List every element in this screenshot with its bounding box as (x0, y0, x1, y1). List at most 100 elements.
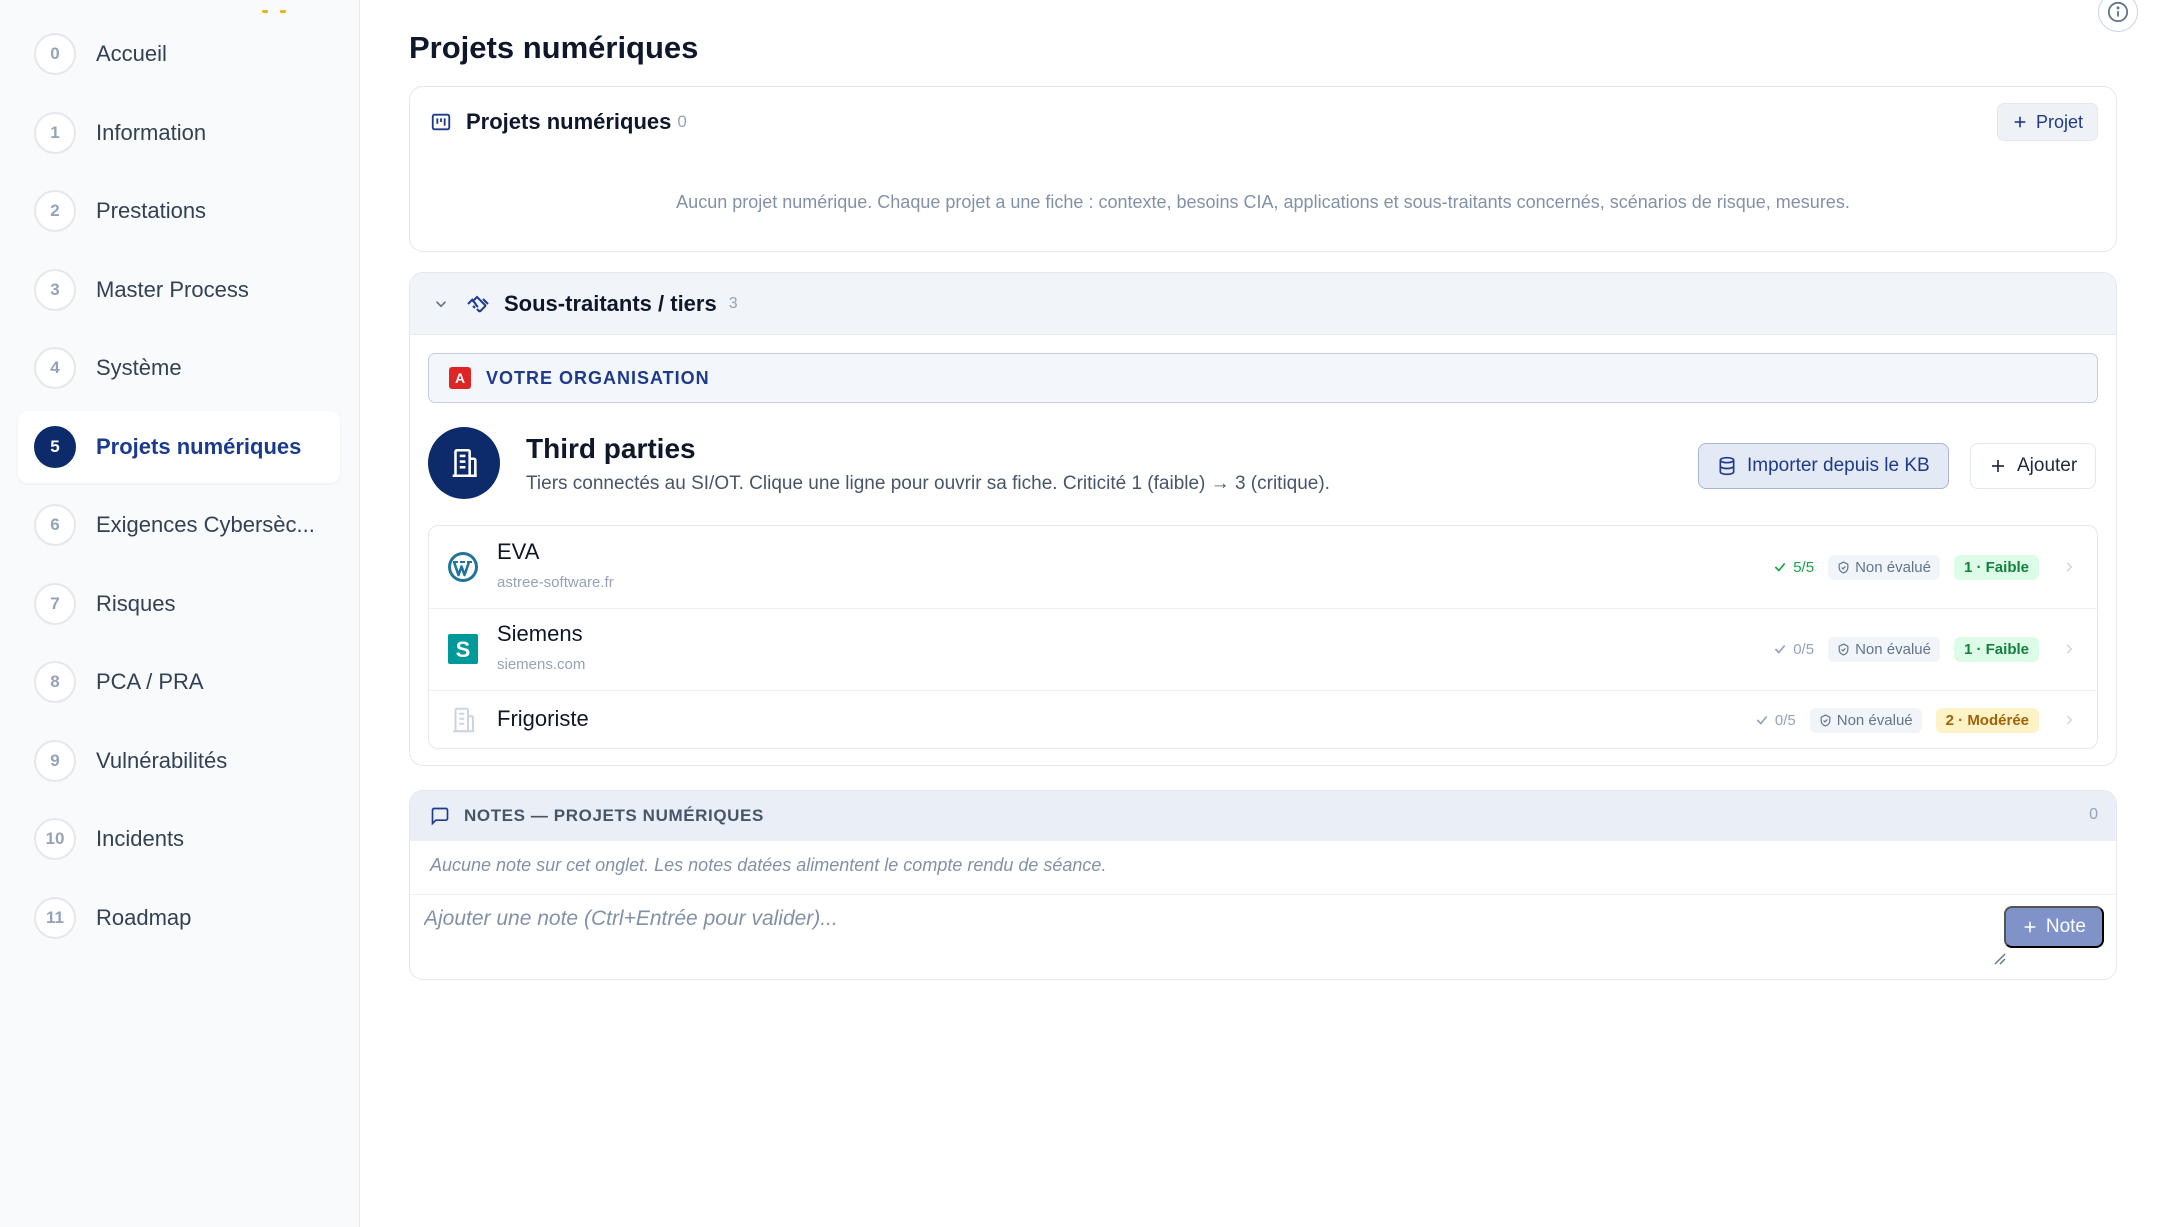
sidebar-item-pca-pra[interactable]: 8 PCA / PRA (18, 646, 340, 718)
third-party-meta: 0/5 Non évalué 1 · Faible (1773, 634, 2077, 664)
checklist-progress: 0/5 (1773, 641, 1814, 658)
sidebar-item-incidents[interactable]: 10 Incidents (18, 803, 340, 875)
list-item[interactable]: S Siemens siemens.com 0/5 Non évalué 1 ·… (429, 609, 2097, 690)
sidebar-item-vulnerabilites[interactable]: 9 Vulnérabilités (18, 725, 340, 797)
sidebar: 0 Accueil 1 Information 2 Prestations 3 … (0, 0, 360, 1227)
siemens-s-icon: S (447, 633, 479, 665)
third-parties-list: EVA astree-software.fr 5/5 Non évalué 1 … (428, 525, 2098, 749)
step-number: 11 (34, 897, 76, 939)
shield-check-icon (1838, 642, 1849, 656)
check-icon (1774, 644, 1786, 654)
add-note-button[interactable]: Note (2003, 906, 2104, 948)
sidebar-item-accueil[interactable]: 0 Accueil (18, 18, 340, 90)
import-kb-label: Importer depuis le KB (1747, 455, 1930, 476)
import-kb-button[interactable]: Importer depuis le KB (1698, 443, 1949, 489)
third-party-meta: 0/5 Non évalué 2 · Modérée (1755, 705, 2077, 735)
database-icon (1719, 456, 1735, 476)
sous-traitants-header[interactable]: Sous-traitants / tiers 3 (410, 273, 2116, 335)
add-note-label: Note (2045, 916, 2086, 937)
third-parties-subtitle: Tiers connectés au SI/OT. Clique une lig… (526, 473, 1330, 494)
organisation-bar: A VOTRE ORGANISATION (428, 353, 2098, 403)
add-projet-label: Projet (2035, 111, 2083, 132)
sidebar-item-systeme[interactable]: 4 Système (18, 332, 340, 404)
kanban-board-icon (431, 113, 451, 131)
sidebar-item-label: Projets numériques (96, 434, 302, 459)
sidebar-top-decoration (262, 0, 322, 13)
svg-text:S: S (456, 637, 471, 662)
plus-icon (2014, 116, 2026, 128)
page-title: Projets numériques (409, 30, 699, 65)
plus-icon (2024, 921, 2036, 933)
third-party-name: EVA (497, 539, 540, 564)
step-number: 8 (34, 661, 76, 703)
sidebar-item-label: PCA / PRA (96, 669, 204, 694)
main-content: Projets numériques Projets numériques 0 … (360, 0, 2160, 1227)
step-number: 3 (34, 269, 76, 311)
sidebar-item-prestations[interactable]: 2 Prestations (18, 175, 340, 247)
sous-traitants-count: 3 (728, 294, 738, 312)
evaluation-status-badge: Non évalué (1828, 636, 1940, 662)
add-projet-button[interactable]: Projet (1996, 103, 2098, 141)
notes-count: 0 (2089, 806, 2098, 823)
checklist-progress: 0/5 (1755, 712, 1796, 729)
projets-count: 0 (677, 112, 687, 131)
add-third-party-button[interactable]: Ajouter (1970, 443, 2097, 489)
sidebar-item-label: Incidents (96, 826, 185, 851)
shield-check-icon (1820, 713, 1831, 727)
add-third-party-label: Ajouter (2017, 455, 2078, 476)
sidebar-item-roadmap[interactable]: 11 Roadmap (18, 882, 340, 954)
third-party-domain: astree-software.fr (497, 574, 614, 591)
list-item[interactable]: EVA astree-software.fr 5/5 Non évalué 1 … (429, 526, 2097, 608)
sidebar-item-label: Accueil (96, 41, 167, 66)
list-item[interactable]: Frigoriste 0/5 Non évalué 2 · Modérée (429, 691, 2097, 748)
evaluation-status-badge: Non évalué (1828, 554, 1940, 580)
sidebar-item-label: Master Process (96, 277, 249, 302)
notes-header: NOTES — PROJETS NUMÉRIQUES (410, 791, 2116, 841)
third-parties-title: Third parties (526, 433, 696, 464)
org-label: VOTRE ORGANISATION (486, 367, 710, 388)
sidebar-item-label: Vulnérabilités (96, 748, 228, 773)
org-badge: A (449, 367, 471, 389)
third-parties-avatar (428, 427, 500, 499)
step-number: 1 (34, 112, 76, 154)
step-number: 9 (34, 740, 76, 782)
step-number: 6 (34, 504, 76, 546)
third-party-name: Siemens (497, 621, 583, 646)
evaluation-status-label: Non évalué (1855, 640, 1931, 658)
projets-card-title: Projets numériques (466, 109, 672, 134)
criticity-badge: 1 · Faible (1953, 636, 2039, 662)
third-party-name: Frigoriste (497, 706, 589, 731)
wordpress-icon (447, 551, 479, 583)
sidebar-item-risques[interactable]: 7 Risques (18, 568, 340, 640)
evaluation-status-label: Non évalué (1836, 711, 1913, 729)
info-button[interactable] (2098, 0, 2138, 32)
step-number: 7 (34, 583, 76, 625)
sidebar-item-label: Exigences Cybersèc... (96, 512, 315, 537)
sidebar-item-exigences-cybersecurite[interactable]: 6 Exigences Cybersèc... (18, 489, 340, 561)
chevron-right-icon (2061, 559, 2077, 575)
message-square-icon (431, 807, 449, 826)
notes-card: NOTES — PROJETS NUMÉRIQUES 0 Aucune note… (409, 790, 2117, 980)
sidebar-item-information[interactable]: 1 Information (18, 97, 340, 169)
evaluation-status-badge: Non évalué (1809, 707, 1922, 733)
sidebar-item-master-process[interactable]: 3 Master Process (18, 254, 340, 326)
third-party-domain: siemens.com (497, 656, 586, 673)
sidebar-item-projets-numeriques[interactable]: 5 Projets numériques (18, 411, 340, 483)
checklist-value: 5/5 (1793, 558, 1815, 576)
evaluation-status-label: Non évalué (1855, 558, 1931, 576)
checklist-value: 0/5 (1793, 640, 1815, 658)
sidebar-item-label: Information (96, 120, 207, 145)
resize-handle-icon[interactable] (1992, 951, 2006, 965)
handshake-icon (467, 295, 489, 312)
check-icon (1756, 715, 1768, 725)
chevron-right-icon (2061, 712, 2077, 728)
checklist-progress: 5/5 (1773, 559, 1814, 576)
chevron-down-icon[interactable] (432, 295, 450, 313)
criticity-badge: 1 · Faible (1953, 554, 2039, 580)
notes-divider (410, 894, 2116, 895)
step-number: 0 (34, 33, 76, 75)
shield-check-icon (1838, 560, 1849, 574)
info-icon (2107, 1, 2129, 23)
note-input[interactable] (424, 899, 2004, 977)
building-icon (452, 448, 477, 478)
